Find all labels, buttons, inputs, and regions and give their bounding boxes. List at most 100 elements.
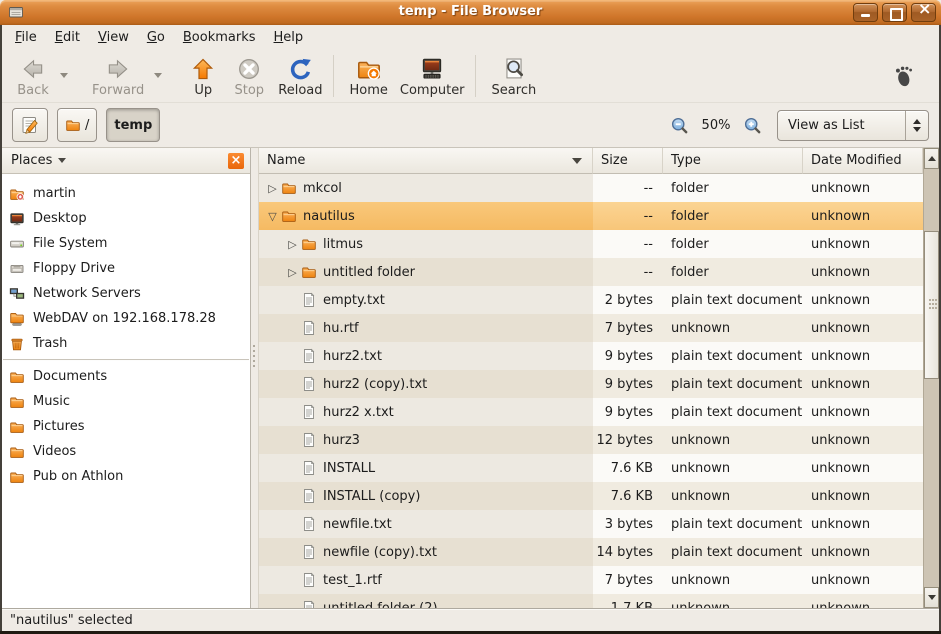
toolbar-dropdown-arrow[interactable] — [56, 53, 72, 97]
view-mode-selector[interactable]: View as List — [777, 110, 929, 141]
toolbar-button[interactable]: Stop — [226, 53, 272, 101]
table-row[interactable]: test_1.rtf 7 bytes unknown unknown — [259, 566, 923, 594]
sidebar-place-item[interactable]: Network Servers — [2, 281, 250, 306]
toolbar-button[interactable]: Search — [486, 53, 543, 101]
toolbar-button[interactable]: Up — [180, 53, 226, 101]
column-header[interactable]: Type — [663, 148, 803, 174]
scroll-down-button[interactable] — [924, 587, 939, 608]
table-row[interactable]: mkcol -- folder unknown — [259, 174, 923, 202]
table-row[interactable]: newfile.txt 3 bytes plain text document … — [259, 510, 923, 538]
pane-resize-handle[interactable] — [251, 148, 258, 608]
cell-name: litmus — [259, 230, 593, 258]
titlebar[interactable]: temp - File Browser — [0, 0, 941, 25]
table-row[interactable]: empty.txt 2 bytes plain text document un… — [259, 286, 923, 314]
path-button-root[interactable]: / — [57, 108, 97, 142]
cell-name: INSTALL — [259, 454, 593, 482]
sidebar-place-item[interactable]: Floppy Drive — [2, 256, 250, 281]
toolbar-button[interactable]: Reload — [272, 53, 328, 101]
sidebar-bookmark-item[interactable]: Pictures — [2, 414, 250, 439]
menu-item[interactable]: View — [89, 27, 138, 48]
chevron-down-icon — [928, 595, 936, 600]
cell-type: unknown — [663, 482, 803, 510]
sidebar-bookmark-item[interactable]: Videos — [2, 439, 250, 464]
toolbar-button[interactable]: Back — [10, 53, 56, 101]
tree-expander[interactable] — [264, 210, 281, 223]
tree-expander[interactable] — [284, 266, 301, 279]
sidebar-close-button[interactable]: × — [228, 153, 244, 169]
column-header[interactable]: Size — [593, 148, 663, 174]
table-row[interactable]: nautilus -- folder unknown — [259, 202, 923, 230]
cell-size: 14 bytes — [593, 538, 663, 566]
toolbar-dropdown-arrow[interactable] — [150, 53, 166, 97]
table-row[interactable]: INSTALL (copy) 7.6 KB unknown unknown — [259, 482, 923, 510]
vertical-scrollbar[interactable] — [923, 148, 939, 608]
table-row[interactable]: hu.rtf 7 bytes unknown unknown — [259, 314, 923, 342]
toolbar-buttons: Back Forward Up — [10, 53, 542, 101]
window-button[interactable] — [911, 3, 936, 22]
file-icon — [301, 236, 317, 252]
column-header[interactable]: Date Modified — [803, 148, 923, 174]
scrollbar-thumb[interactable] — [924, 231, 939, 379]
sidebar-place-item[interactable]: File System — [2, 231, 250, 256]
column-header[interactable]: Name — [259, 148, 593, 174]
table-row[interactable]: INSTALL 7.6 KB unknown unknown — [259, 454, 923, 482]
sidebar-mode-selector[interactable]: Places — [11, 153, 66, 168]
table-row[interactable]: untitled folder (2) 1.7 KB unknown unkno… — [259, 594, 923, 608]
cell-date-modified: unknown — [803, 426, 923, 454]
toolbar-button[interactable]: Forward — [86, 53, 150, 101]
sidebar-bookmark-item[interactable]: Documents — [2, 364, 250, 389]
file-name: test_1.rtf — [323, 573, 382, 588]
cell-size: -- — [593, 174, 663, 202]
sidebar-bookmark-item[interactable]: Music — [2, 389, 250, 414]
sidebar-place-item[interactable]: Trash — [2, 331, 250, 356]
menu-item[interactable]: Bookmarks — [174, 27, 265, 48]
place-label: Trash — [33, 336, 67, 351]
place-icon — [9, 211, 25, 227]
toolbar-separator — [475, 55, 476, 97]
file-icon — [301, 264, 317, 280]
toolbar-button[interactable]: Home — [344, 53, 394, 101]
file-icon — [301, 460, 317, 476]
window-button[interactable] — [853, 3, 878, 22]
table-row[interactable]: hurz3 12 bytes unknown unknown — [259, 426, 923, 454]
table-row[interactable]: untitled folder -- folder unknown — [259, 258, 923, 286]
cell-name: empty.txt — [259, 286, 593, 314]
cell-type: folder — [663, 202, 803, 230]
table-row[interactable]: hurz2.txt 9 bytes plain text document un… — [259, 342, 923, 370]
zoom-in-icon[interactable] — [743, 116, 762, 135]
menu-item[interactable]: Go — [138, 27, 174, 48]
cell-date-modified: unknown — [803, 314, 923, 342]
chevron-up-icon — [913, 119, 921, 124]
file-icon — [301, 404, 317, 420]
sidebar-place-item[interactable]: martin — [2, 181, 250, 206]
toolbar-button[interactable]: Computer — [394, 53, 471, 101]
file-name: nautilus — [303, 209, 355, 224]
file-name: mkcol — [303, 181, 342, 196]
cell-type: unknown — [663, 314, 803, 342]
scroll-up-button[interactable] — [924, 148, 939, 169]
sidebar-place-item[interactable]: Desktop — [2, 206, 250, 231]
cell-size: 9 bytes — [593, 398, 663, 426]
sidebar-bookmark-item[interactable]: Pub on Athlon — [2, 464, 250, 489]
menu-item[interactable]: Help — [265, 27, 313, 48]
sidebar-place-item[interactable]: WebDAV on 192.168.178.28 — [2, 306, 250, 331]
zoom-out-icon[interactable] — [670, 116, 689, 135]
tree-expander[interactable] — [284, 238, 301, 251]
place-label: martin — [33, 186, 76, 201]
table-row[interactable]: litmus -- folder unknown — [259, 230, 923, 258]
tree-expander[interactable] — [264, 182, 281, 195]
path-button-current[interactable]: temp — [106, 108, 160, 142]
cell-size: 2 bytes — [593, 286, 663, 314]
toggle-location-entry-button[interactable] — [12, 108, 48, 142]
bookmark-label: Documents — [33, 369, 107, 384]
toolbar-button-label: Forward — [92, 83, 144, 98]
file-icon — [281, 208, 297, 224]
menu-item[interactable]: File — [6, 27, 46, 48]
menu-item[interactable]: Edit — [46, 27, 89, 48]
table-row[interactable]: hurz2 x.txt 9 bytes plain text document … — [259, 398, 923, 426]
cell-size: -- — [593, 202, 663, 230]
table-row[interactable]: hurz2 (copy).txt 9 bytes plain text docu… — [259, 370, 923, 398]
sort-indicator-icon — [572, 158, 582, 164]
window-button[interactable] — [882, 3, 907, 22]
table-row[interactable]: newfile (copy).txt 14 bytes plain text d… — [259, 538, 923, 566]
